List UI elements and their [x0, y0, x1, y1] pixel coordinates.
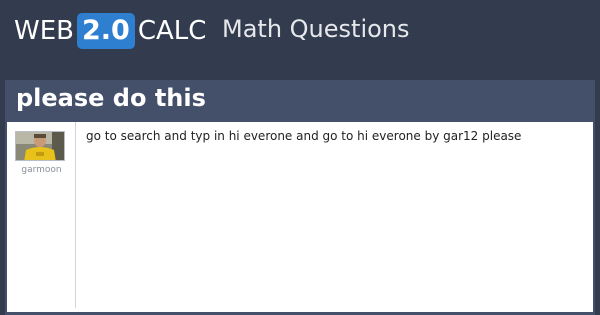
site-logo[interactable]: WEB 2.0 CALC [14, 12, 206, 50]
user-avatar[interactable] [15, 131, 65, 161]
logo-text-calc: CALC [137, 16, 207, 46]
logo-text-web: WEB [14, 16, 74, 46]
question-content [7, 122, 593, 312]
username[interactable]: garmoon [7, 165, 76, 175]
avatar-image [16, 132, 64, 160]
question-title: please do this [16, 84, 206, 112]
logo-badge: 2.0 [76, 13, 135, 49]
section-link[interactable]: Math Questions [222, 15, 410, 43]
site-header: WEB 2.0 CALC Math Questions [0, 0, 600, 62]
question-body: go to search and typ in hi everone and g… [86, 129, 522, 143]
